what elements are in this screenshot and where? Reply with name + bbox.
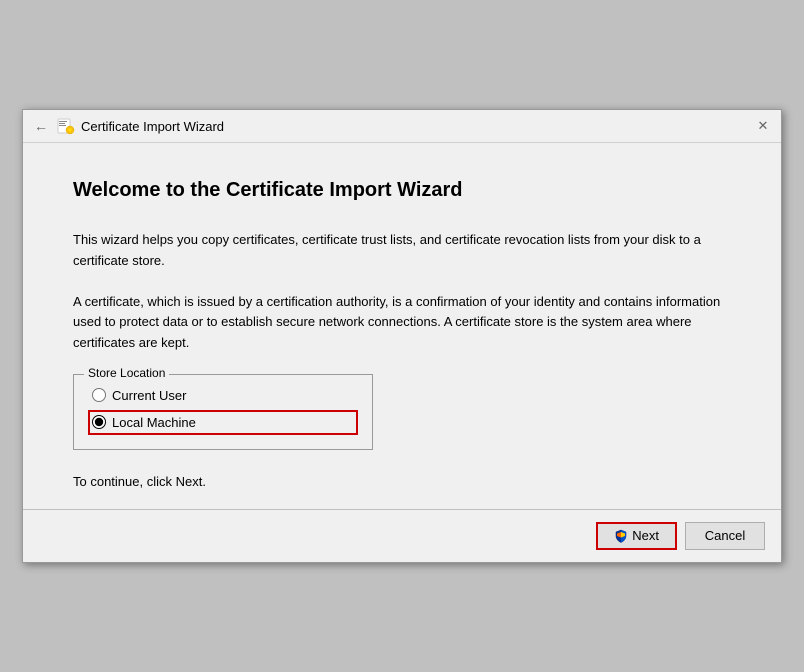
wizard-content: Welcome to the Certificate Import Wizard… [23, 143, 781, 509]
cancel-button[interactable]: Cancel [685, 522, 765, 550]
local-machine-label: Local Machine [112, 415, 196, 430]
title-bar: ← Certificate Import Wizard ✕ [23, 110, 781, 143]
store-location-legend: Store Location [84, 366, 169, 380]
certificate-icon [57, 117, 75, 135]
current-user-radio[interactable] [92, 388, 106, 402]
current-user-label: Current User [112, 388, 186, 403]
local-machine-option[interactable]: Local Machine [88, 410, 358, 435]
local-machine-radio[interactable] [92, 415, 106, 429]
store-location-group: Store Location Current User Local Machin… [73, 374, 373, 450]
continue-text: To continue, click Next. [73, 474, 731, 489]
close-button[interactable]: ✕ [753, 116, 773, 136]
next-button[interactable]: Next [596, 522, 677, 550]
cancel-label: Cancel [705, 528, 745, 543]
current-user-option[interactable]: Current User [90, 383, 356, 408]
shield-icon [614, 529, 628, 543]
back-button[interactable]: ← [31, 116, 51, 136]
footer: Next Cancel [23, 509, 781, 562]
title-bar-left: ← Certificate Import Wizard [31, 116, 753, 136]
next-label: Next [632, 528, 659, 543]
description-1: This wizard helps you copy certificates,… [73, 230, 731, 272]
wizard-heading: Welcome to the Certificate Import Wizard [73, 179, 731, 202]
window-title: Certificate Import Wizard [81, 119, 224, 134]
wizard-window: ← Certificate Import Wizard ✕ Welcome to… [22, 109, 782, 563]
description-2: A certificate, which is issued by a cert… [73, 292, 731, 354]
